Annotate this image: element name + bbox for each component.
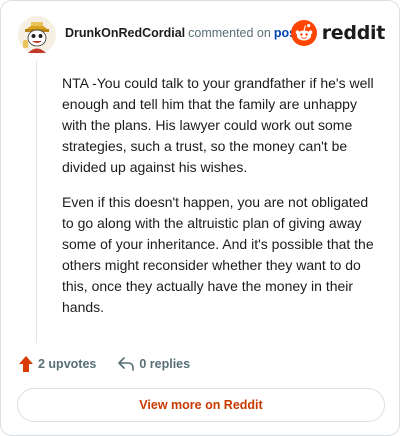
- reddit-wordmark: reddit: [321, 22, 386, 44]
- replies-button[interactable]: 0 replies: [118, 357, 190, 371]
- comment-paragraph: Even if this doesn't happen, you are not…: [62, 194, 374, 315]
- comment-body: NTA -You could talk to your grandfather …: [62, 73, 382, 332]
- reddit-snoo-icon: [290, 20, 317, 46]
- commented-on-text: commented on: [188, 26, 271, 40]
- comment-paragraph: NTA -You could talk to your grandfather …: [62, 75, 374, 175]
- comment-meta: DrunkOnRedCordial commented on post: [65, 26, 300, 40]
- comment-actions: 2 upvotes 0 replies: [19, 353, 190, 375]
- reddit-comment-embed: DrunkOnRedCordial commented on post reddit…: [0, 0, 400, 436]
- thread-line: [36, 61, 37, 343]
- view-more-button[interactable]: View more on Reddit: [17, 388, 385, 422]
- reddit-logo[interactable]: reddit: [290, 20, 386, 46]
- reply-arrow-icon: [118, 357, 135, 371]
- upvote-button[interactable]: 2 upvotes: [19, 356, 96, 372]
- comment-header: DrunkOnRedCordial commented on post reddit: [17, 13, 385, 57]
- avatar[interactable]: [17, 15, 57, 55]
- upvote-count: 2 upvotes: [38, 357, 97, 371]
- reply-count: 0 replies: [139, 357, 191, 371]
- upvote-arrow-icon: [19, 356, 33, 372]
- author-name[interactable]: DrunkOnRedCordial: [65, 26, 185, 40]
